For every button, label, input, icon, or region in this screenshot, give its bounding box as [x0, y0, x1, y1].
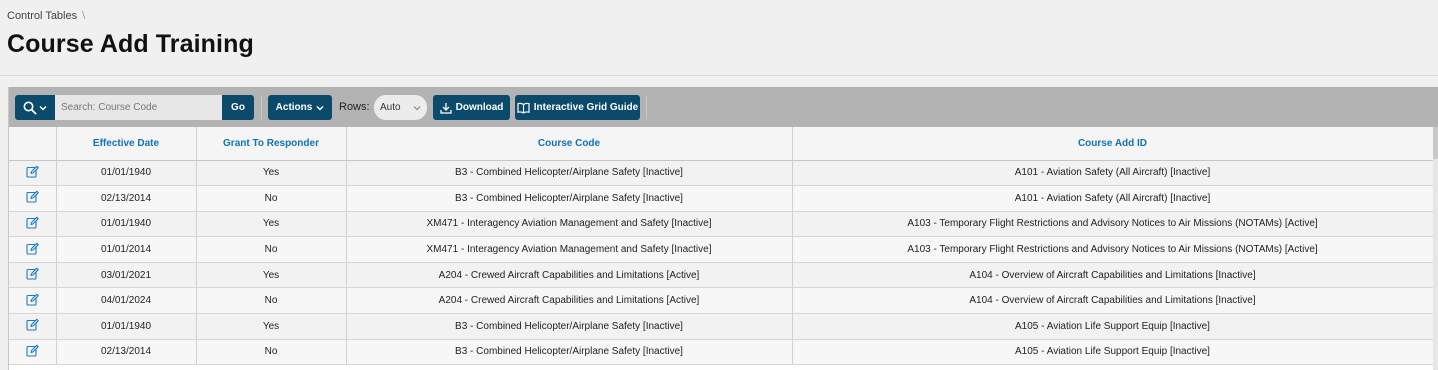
cell-course-add-id[interactable]: A104 - Overview of Aircraft Capabilities…	[792, 262, 1434, 289]
cell-effective-date[interactable]: 04/01/2024	[56, 287, 197, 315]
column-header-grant-to-responder[interactable]: Grant To Responder	[196, 127, 347, 161]
cell-course-code[interactable]: XM471 - Interagency Aviation Management …	[346, 211, 793, 238]
edit-icon	[26, 191, 39, 206]
cell-course-add-id[interactable]: A101 - Aviation Safety (All Aircraft) [I…	[792, 160, 1434, 187]
edit-icon	[26, 293, 39, 309]
column-header-effective-date[interactable]: Effective Date	[56, 127, 197, 161]
search-icon	[23, 101, 37, 115]
table-row[interactable]: 01/01/1940 Yes XM471 - Interagency Aviatio…	[9, 211, 1434, 238]
breadcrumb: Control Tables \	[7, 10, 85, 22]
table-row[interactable]: 01/01/1940 Yes B3 - Combined Helicopter/Ai…	[9, 313, 1434, 340]
chevron-down-icon	[39, 105, 47, 110]
table-row[interactable]: 03/01/2021 Yes A204 - Crewed Aircraft Capa…	[9, 262, 1434, 289]
breadcrumb-item-control-tables[interactable]: Control Tables	[7, 10, 77, 22]
table-row[interactable]: 04/01/2024 No A204 - Crewed Aircraft Capab…	[9, 287, 1434, 315]
cell-grant-to-responder[interactable]: No	[196, 185, 347, 212]
cell-grant-to-responder[interactable]: No	[196, 339, 347, 366]
actions-label: Actions	[275, 102, 313, 113]
edit-icon	[26, 242, 39, 258]
cell-grant-to-responder[interactable]: Yes	[196, 262, 347, 289]
vertical-scrollbar[interactable]	[1433, 127, 1438, 370]
rows-per-page-select[interactable]: Auto	[374, 95, 427, 120]
edit-icon	[26, 216, 39, 232]
cell-course-add-id[interactable]: A101 - Aviation Safety (All Aircraft) [I…	[792, 185, 1434, 212]
table-row[interactable]: 02/13/2014 No B3 - Combined Helicopter/Air…	[9, 339, 1434, 366]
edit-icon	[26, 344, 39, 360]
cell-course-code[interactable]: B3 - Combined Helicopter/Airplane Safety…	[346, 339, 793, 366]
cell-effective-date[interactable]: 01/01/1940	[56, 211, 197, 238]
cell-grant-to-responder[interactable]: No	[196, 287, 347, 315]
search-group: Go	[15, 95, 254, 120]
toolbar-divider	[646, 96, 647, 119]
search-input[interactable]	[55, 95, 222, 120]
cell-course-code[interactable]: A204 - Crewed Aircraft Capabilities and …	[346, 262, 793, 289]
edit-icon	[26, 319, 39, 334]
cell-grant-to-responder[interactable]: Yes	[196, 211, 347, 238]
interactive-grid-guide-button[interactable]: Interactive Grid Guide	[515, 95, 640, 120]
cell-course-add-id[interactable]: A104 - Overview of Aircraft Capabilities…	[792, 287, 1434, 315]
cell-course-add-id[interactable]: A103 - Temporary Flight Restrictions and…	[792, 211, 1434, 238]
edit-row-button[interactable]	[9, 339, 57, 366]
go-button[interactable]: Go	[222, 95, 254, 120]
cell-grant-to-responder[interactable]: No	[196, 236, 347, 263]
edit-row-button[interactable]	[9, 287, 57, 315]
edit-row-button[interactable]	[9, 262, 57, 289]
edit-row-button[interactable]	[9, 236, 57, 263]
chevron-down-icon	[316, 105, 324, 110]
download-button[interactable]: Download	[433, 95, 510, 120]
cell-effective-date[interactable]: 01/01/1940	[56, 160, 197, 187]
interactive-grid: Go Actions Rows: Auto Download Interacti…	[8, 87, 1438, 370]
edit-row-button[interactable]	[9, 313, 57, 340]
grid-header-row: Effective Date Grant To Responder Course…	[9, 127, 1434, 161]
edit-icon	[26, 267, 39, 283]
page-title: Course Add Training	[7, 30, 254, 58]
grid-table: Effective Date Grant To Responder Course…	[9, 127, 1434, 366]
rows-select-value: Auto	[380, 102, 401, 113]
toolbar-divider	[261, 96, 262, 119]
download-icon	[439, 102, 452, 114]
actions-menu-button[interactable]: Actions	[268, 95, 332, 120]
edit-icon	[26, 165, 39, 181]
cell-course-code[interactable]: XM471 - Interagency Aviation Management …	[346, 236, 793, 263]
cell-effective-date[interactable]: 02/13/2014	[56, 185, 197, 212]
table-row[interactable]: 02/13/2014 No B3 - Combined Helicopter/Air…	[9, 185, 1434, 212]
edit-row-button[interactable]	[9, 211, 57, 238]
column-header-edit	[9, 127, 57, 161]
search-column-button[interactable]	[15, 95, 55, 120]
book-icon	[517, 102, 530, 114]
grid-toolbar: Go Actions Rows: Auto Download Interacti…	[9, 87, 1438, 127]
cell-grant-to-responder[interactable]: Yes	[196, 313, 347, 340]
edit-row-button[interactable]	[9, 160, 57, 187]
edit-row-button[interactable]	[9, 185, 57, 212]
table-row[interactable]: 01/01/2014 No XM471 - Interagency Aviation…	[9, 236, 1434, 263]
rows-label: Rows:	[339, 101, 370, 113]
table-row[interactable]: 01/01/1940 Yes B3 - Combined Helicopter/Ai…	[9, 160, 1434, 187]
breadcrumb-separator: \	[82, 10, 86, 22]
guide-label: Interactive Grid Guide	[533, 102, 639, 113]
cell-effective-date[interactable]: 01/01/1940	[56, 313, 197, 340]
cell-effective-date[interactable]: 01/01/2014	[56, 236, 197, 263]
cell-effective-date[interactable]: 02/13/2014	[56, 339, 197, 366]
header-divider	[0, 75, 1438, 76]
column-header-course-add-id[interactable]: Course Add ID	[792, 127, 1434, 161]
cell-course-code[interactable]: B3 - Combined Helicopter/Airplane Safety…	[346, 160, 793, 187]
cell-grant-to-responder[interactable]: Yes	[196, 160, 347, 187]
scrollbar-thumb[interactable]	[1433, 127, 1438, 159]
cell-effective-date[interactable]: 03/01/2021	[56, 262, 197, 289]
cell-course-add-id[interactable]: A105 - Aviation Life Support Equip [Inac…	[792, 313, 1434, 340]
cell-course-code[interactable]: B3 - Combined Helicopter/Airplane Safety…	[346, 313, 793, 340]
column-header-course-code[interactable]: Course Code	[346, 127, 793, 161]
chevron-down-icon	[413, 105, 421, 110]
cell-course-add-id[interactable]: A105 - Aviation Life Support Equip [Inac…	[792, 339, 1434, 366]
cell-course-code[interactable]: A204 - Crewed Aircraft Capabilities and …	[346, 287, 793, 315]
download-label: Download	[455, 102, 504, 113]
cell-course-add-id[interactable]: A103 - Temporary Flight Restrictions and…	[792, 236, 1434, 263]
cell-course-code[interactable]: B3 - Combined Helicopter/Airplane Safety…	[346, 185, 793, 212]
